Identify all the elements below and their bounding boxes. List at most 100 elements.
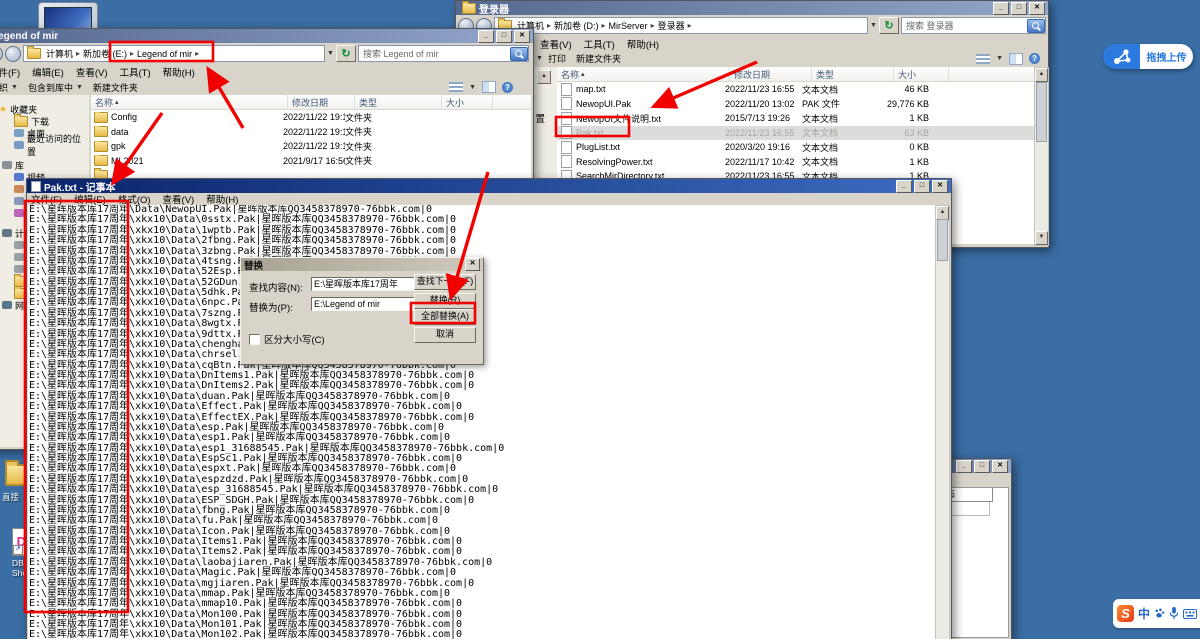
menu-item[interactable]: 查看(V)	[540, 37, 572, 51]
views-icon[interactable]	[449, 82, 464, 92]
explorer2-titlebar[interactable]: 登录器 _ □ ✕	[456, 1, 1048, 15]
file-row[interactable]: NewopUI文件说明.txt 2015/7/13 19:26 文本文档 1 KB	[557, 111, 1034, 126]
column-header[interactable]: 修改日期	[730, 67, 812, 81]
breadcrumb-item[interactable]: 新加卷 (E:)	[81, 47, 129, 60]
file-row[interactable]: gpk 2022/11/22 19:19文件夹	[91, 139, 531, 154]
minimize-button[interactable]: _	[478, 29, 494, 43]
scroll-down-icon[interactable]: ▼	[1035, 231, 1048, 245]
minimize-button[interactable]: _	[993, 1, 1009, 15]
new-folder-button[interactable]: 新建文件夹	[88, 80, 143, 95]
sogou-logo-icon[interactable]: S	[1117, 605, 1134, 622]
views-dropdown-icon[interactable]: ▼	[469, 84, 476, 91]
scroll-up-icon[interactable]: ▲	[936, 206, 949, 220]
forward-button[interactable]	[5, 45, 21, 62]
menu-item[interactable]: 编辑(E)	[74, 192, 106, 206]
search-icon[interactable]	[510, 46, 528, 61]
address-dropdown-icon[interactable]: ▼	[327, 50, 334, 57]
column-header[interactable]: 名称 ▴	[91, 95, 288, 109]
match-case-checkbox[interactable]	[249, 333, 260, 345]
views-dropdown-icon[interactable]: ▼	[996, 55, 1003, 62]
close-button[interactable]: ✕	[992, 459, 1008, 473]
close-button[interactable]: ✕	[514, 29, 530, 43]
desktop-folder-icon[interactable]: 直接	[2, 460, 33, 503]
breadcrumb-item[interactable]: 新加卷 (D:)	[552, 19, 601, 32]
explorer2-scrollbar[interactable]: ▲ ▼	[1034, 67, 1049, 246]
menu-item[interactable]: 帮助(H)	[163, 65, 195, 79]
file-row[interactable]: NewopUI.Pak 2022/11/20 13:02 PAK 文件 29,776 …	[557, 97, 1034, 112]
file-row[interactable]: data 2022/11/22 19:19文件夹	[91, 125, 531, 140]
menu-item[interactable]: 工具(T)	[119, 65, 150, 79]
microphone-icon[interactable]	[1169, 607, 1179, 620]
maximize-button[interactable]: □	[496, 29, 512, 43]
column-header[interactable]: 修改日期	[288, 95, 355, 109]
menu-item[interactable]: 编辑(E)	[32, 65, 64, 79]
find-next-button[interactable]: 查找下一个(F)	[414, 274, 476, 290]
new-folder-button[interactable]: 新建文件夹	[571, 51, 626, 66]
notepad-titlebar[interactable]: Pak.txt - 记事本 _ □ ✕	[27, 179, 951, 193]
close-button[interactable]: ✕	[1029, 1, 1045, 15]
views-icon[interactable]	[976, 53, 991, 64]
menu-item[interactable]: 帮助(H)	[206, 192, 238, 206]
preview-pane-icon[interactable]	[1009, 52, 1023, 65]
search-icon[interactable]	[1027, 18, 1045, 33]
menu-item[interactable]: 文件(F)	[0, 65, 20, 79]
menu-item[interactable]: 帮助(H)	[627, 37, 659, 51]
close-icon[interactable]: ✕	[465, 258, 480, 271]
breadcrumb-item[interactable]: MirServer	[607, 21, 650, 31]
breadcrumb-item[interactable]: 登录器	[656, 19, 687, 32]
include-in-library-button[interactable]: 包含到库中 ▼	[23, 80, 88, 95]
menu-item[interactable]: 查看(V)	[163, 192, 195, 206]
replace-button[interactable]: 替换(R)	[414, 293, 476, 309]
menu-item[interactable]: 文件(F)	[31, 192, 62, 206]
refresh-button[interactable]: ↻	[878, 17, 899, 34]
baidu-netdisk-upload-widget[interactable]: 拖拽上传	[1103, 44, 1193, 69]
cancel-button[interactable]: 取消	[414, 327, 476, 343]
maximize-button[interactable]: □	[914, 179, 930, 193]
close-button[interactable]: ✕	[932, 179, 948, 193]
scrollbar-thumb[interactable]	[1036, 82, 1047, 142]
maximize-button[interactable]: □	[974, 459, 990, 473]
address-bar[interactable]: 计算机 ▸ 新加卷 (D:) ▸ MirServer ▸ 登录器 ▸	[494, 17, 868, 34]
help-icon[interactable]: ?	[1029, 53, 1040, 64]
address-bar[interactable]: 计算机 ▸ 新加卷 (E:) ▸ Legend of mir ▸	[23, 45, 325, 62]
file-row[interactable]: ML2021 2021/9/17 16:56 文件夹	[91, 154, 531, 169]
replace-all-button[interactable]: 全部替换(A)	[414, 309, 476, 325]
column-header[interactable]: 类型	[355, 95, 442, 109]
scroll-up-icon[interactable]: ▲	[537, 70, 551, 84]
column-header[interactable]: 类型	[812, 67, 894, 81]
column-header[interactable]: 名称 ▴	[557, 67, 730, 81]
search-box[interactable]: 搜索 Legend of mir	[357, 45, 529, 62]
preview-pane-icon[interactable]	[482, 81, 496, 93]
print-button[interactable]: 打印	[543, 51, 571, 66]
back-button[interactable]	[0, 45, 3, 62]
file-row[interactable]: Config 2022/11/22 19:19文件夹	[91, 110, 531, 125]
sidebar-item[interactable]: 库	[0, 159, 89, 171]
file-row[interactable]: PlugList.txt 2020/3/20 19:16 文本文档 0 KB	[557, 140, 1034, 155]
menu-item[interactable]: 查看(V)	[76, 65, 108, 79]
keyboard-icon[interactable]	[1183, 608, 1198, 619]
file-row[interactable]: map.txt 2022/11/23 16:55 文本文档 46 KB	[557, 82, 1034, 97]
file-row[interactable]: ResolvingPower.txt 2022/11/17 10:42 文本文档 1 …	[557, 155, 1034, 170]
help-icon[interactable]: ?	[502, 81, 513, 93]
refresh-button[interactable]: ↻	[335, 45, 356, 62]
minimize-button[interactable]: _	[896, 179, 912, 193]
column-header[interactable]: 大小	[442, 95, 493, 109]
explorer1-titlebar[interactable]: Legend of mir _ □ ✕	[0, 29, 533, 43]
replace-dialog-titlebar[interactable]: 替换 ✕	[241, 258, 483, 271]
address-dropdown-icon[interactable]: ▼	[870, 22, 877, 29]
organize-button[interactable]: 组织▼	[0, 80, 23, 95]
column-header[interactable]: 大小	[894, 67, 949, 81]
breadcrumb-item[interactable]: 计算机	[44, 47, 75, 60]
scroll-up-icon[interactable]: ▲	[1035, 68, 1048, 82]
search-box[interactable]: 搜索 登录器	[900, 17, 1046, 34]
menu-item[interactable]: 格式(O)	[118, 192, 151, 206]
chinese-mode-icon[interactable]: 中	[1138, 605, 1150, 622]
file-row[interactable]: Pak.txt 2022/11/23 16:55 文本文档 63 KB	[557, 125, 1034, 140]
nav-pane-fragment[interactable]: 置	[535, 111, 545, 125]
organize-dropdown-icon[interactable]: ▼	[536, 55, 543, 62]
sogou-input-bar[interactable]: S 中	[1113, 599, 1200, 628]
menu-item[interactable]: 工具(T)	[584, 37, 615, 51]
maximize-button[interactable]: □	[1011, 1, 1027, 15]
minimize-button[interactable]: _	[956, 459, 972, 473]
paw-icon[interactable]	[1154, 608, 1165, 619]
